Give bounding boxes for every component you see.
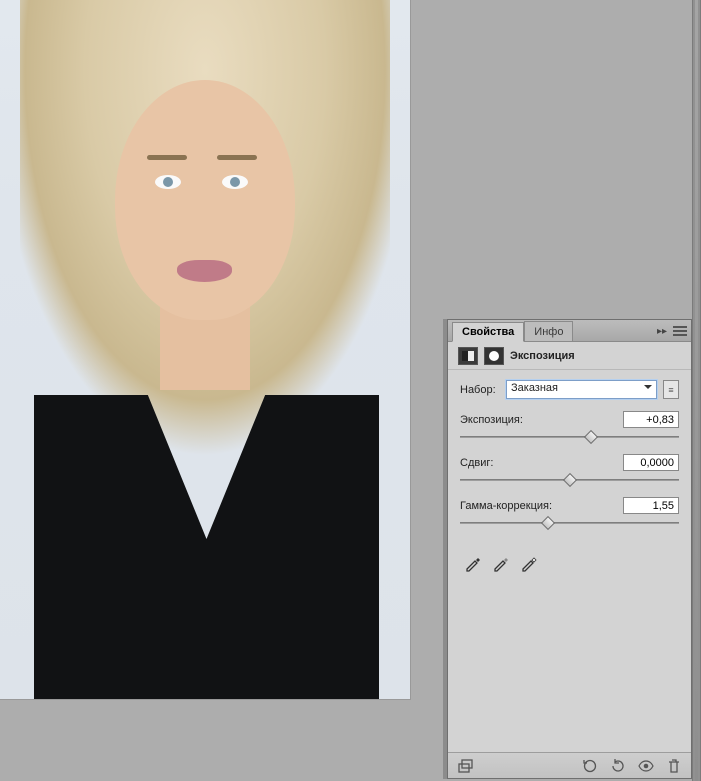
offset-input[interactable] — [623, 454, 679, 471]
image-region — [115, 80, 295, 320]
clip-to-layer-icon[interactable] — [456, 757, 474, 775]
canvas-area[interactable] — [0, 0, 411, 702]
preset-label: Набор: — [460, 384, 500, 396]
panel-dock-edge[interactable] — [692, 0, 701, 781]
visibility-icon[interactable] — [637, 757, 655, 775]
mask-icon[interactable] — [484, 347, 504, 365]
image-region — [155, 175, 181, 189]
gamma-label: Гамма-коррекция: — [460, 500, 552, 512]
gamma-control: Гамма-коррекция: — [460, 497, 679, 528]
tab-info[interactable]: Инфо — [524, 321, 573, 341]
preset-row: Набор: Заказная ≡ — [460, 380, 679, 399]
eyedropper-white-icon[interactable] — [520, 554, 538, 572]
previous-state-icon[interactable] — [581, 757, 599, 775]
adjustment-title: Экспозиция — [510, 350, 575, 362]
exposure-control: Экспозиция: — [460, 411, 679, 442]
offset-label: Сдвиг: — [460, 457, 493, 469]
panel-header: Экспозиция — [448, 342, 691, 370]
exposure-slider[interactable] — [460, 432, 679, 442]
tab-properties[interactable]: Свойства — [452, 322, 524, 342]
exposure-input[interactable] — [623, 411, 679, 428]
image-region — [222, 175, 248, 189]
panel-tab-bar: Свойства Инфо ▸▸ — [448, 320, 691, 342]
image-region — [177, 260, 232, 282]
gamma-slider[interactable] — [460, 518, 679, 528]
slider-thumb[interactable] — [584, 430, 598, 444]
document-image[interactable] — [0, 0, 411, 700]
eyedropper-black-icon[interactable] — [464, 554, 482, 572]
exposure-label: Экспозиция: — [460, 414, 523, 426]
slider-thumb[interactable] — [562, 473, 576, 487]
eyedropper-row — [460, 554, 679, 572]
image-region — [147, 155, 187, 160]
slider-thumb[interactable] — [541, 516, 555, 530]
panel-menu-icon[interactable] — [673, 324, 687, 338]
properties-panel: Свойства Инфо ▸▸ Экспозиция Набор: Заказ… — [447, 319, 692, 779]
gamma-input[interactable] — [623, 497, 679, 514]
offset-control: Сдвиг: — [460, 454, 679, 485]
eyedropper-gray-icon[interactable] — [492, 554, 510, 572]
panel-body: Набор: Заказная ≡ Экспозиция: Сдвиг: — [448, 370, 691, 752]
panel-footer — [448, 752, 691, 778]
reset-icon[interactable] — [609, 757, 627, 775]
preset-menu-button[interactable]: ≡ — [663, 380, 679, 399]
collapse-icon[interactable]: ▸▸ — [657, 326, 667, 337]
preset-select[interactable]: Заказная — [506, 380, 657, 399]
delete-icon[interactable] — [665, 757, 683, 775]
adjustment-icon[interactable] — [458, 347, 478, 365]
image-region — [217, 155, 257, 160]
offset-slider[interactable] — [460, 475, 679, 485]
